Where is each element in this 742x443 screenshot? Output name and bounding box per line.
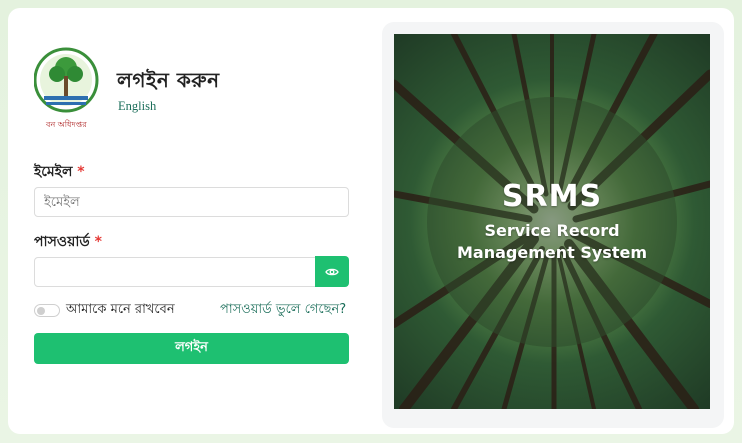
password-label-text: পাসওয়ার্ড [34, 234, 90, 250]
hero-subtitle-line1: Service Record [484, 221, 620, 240]
email-label-text: ইমেইল [34, 164, 73, 180]
show-password-button[interactable] [315, 256, 349, 287]
remember-me-label: আমাকে মনে রাখবেন [66, 302, 175, 317]
hero-panel: SRMS Service Record Management System [382, 22, 724, 428]
email-label: ইমেইল * [34, 160, 85, 184]
eye-icon [325, 268, 339, 275]
login-card: বন অধিদপ্তর লগইন করুন English ইমেইল * পা… [8, 8, 734, 434]
login-button[interactable]: লগইন [34, 333, 349, 364]
required-mark: * [94, 234, 102, 250]
hero-subtitle-line2: Management System [457, 243, 647, 262]
remember-me-toggle[interactable] [34, 304, 60, 317]
page-title: লগইন করুন [117, 68, 220, 92]
required-mark: * [77, 164, 85, 180]
email-input[interactable] [34, 187, 349, 217]
forest-hero-image: SRMS Service Record Management System [394, 34, 710, 409]
language-switch-link[interactable]: English [118, 99, 156, 114]
logo-caption: বন অধিদপ্তর [46, 120, 87, 129]
forest-department-logo: বন অধিদপ্তর [33, 46, 106, 134]
password-label: পাসওয়ার্ড * [34, 230, 102, 254]
hero-title: SRMS [501, 179, 603, 214]
password-input[interactable] [34, 257, 316, 287]
forgot-password-link[interactable]: পাসওয়ার্ড ভুলে গেছেন? [220, 300, 346, 321]
toggle-knob [37, 307, 45, 315]
